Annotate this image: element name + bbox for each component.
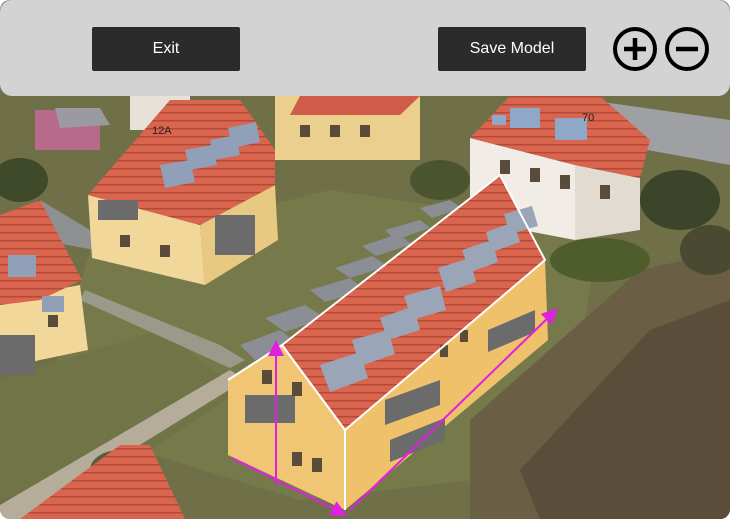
house-top-middle xyxy=(275,96,420,160)
minus-circle-icon xyxy=(665,27,709,71)
house-number-70: 70 xyxy=(582,112,594,124)
toolbar: Exit Save Model xyxy=(0,0,730,96)
save-model-button[interactable]: Save Model xyxy=(438,27,586,71)
app-window: 70 12A Exit Save Model xyxy=(0,0,730,519)
zoom-out-button[interactable] xyxy=(664,26,710,72)
exit-button[interactable]: Exit xyxy=(92,27,240,71)
house-number-12a: 12A xyxy=(152,125,172,137)
zoom-in-button[interactable] xyxy=(612,26,658,72)
plus-circle-icon xyxy=(613,27,657,71)
